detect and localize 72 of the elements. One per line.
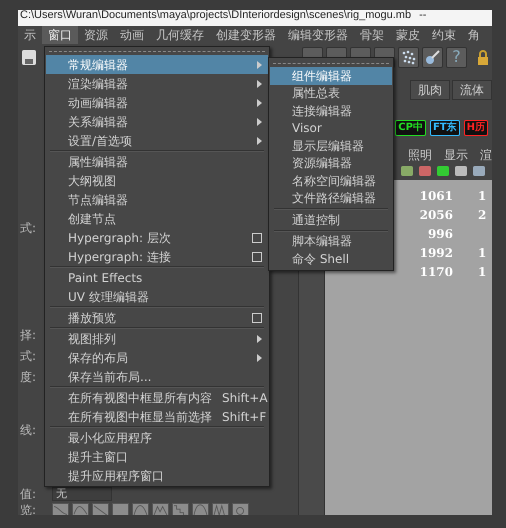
dropdown-field[interactable]: 无 bbox=[52, 487, 112, 501]
menu-item[interactable]: 播放预览 bbox=[46, 308, 268, 327]
window-title: C:\Users\Wuran\Documents\maya\projects\DInteriordesign\scenes\rig_mogu.mb bbox=[20, 10, 412, 23]
stat-value: 1 bbox=[478, 188, 488, 204]
menu-item[interactable]: 在所有视图中框显当前选择 Shift+F bbox=[46, 407, 268, 426]
menu-item[interactable]: 保存的布局 bbox=[46, 348, 268, 367]
shortcut-label: Shift+A bbox=[221, 390, 268, 406]
shortcut-label: Shift+F bbox=[221, 408, 266, 426]
field-label: 线: bbox=[20, 422, 36, 438]
menu-item[interactable]: 约束 bbox=[426, 26, 462, 44]
menu-item[interactable]: 最小化应用程序 bbox=[46, 428, 268, 447]
menu-item[interactable]: 资源编辑器 bbox=[270, 154, 392, 172]
menu-item[interactable]: 蒙皮 bbox=[390, 26, 426, 44]
menu-item[interactable]: 节点编辑器 bbox=[46, 190, 268, 209]
window-title-suffix: -- bbox=[419, 10, 426, 23]
field-label: 择: bbox=[20, 327, 36, 343]
menu-item[interactable]: UV 纹理编辑器 bbox=[46, 287, 268, 306]
menu-item[interactable]: 在所有视图中框显所有内容 Shift+A bbox=[46, 388, 268, 407]
menu-item[interactable]: 属性编辑器 bbox=[46, 152, 268, 171]
menu-item[interactable]: 文件路径编辑器 bbox=[270, 190, 392, 207]
menu-item[interactable]: 属性总表 bbox=[270, 84, 392, 102]
field-label: 值: bbox=[20, 486, 36, 502]
menu-item[interactable]: 名称空间编辑器 bbox=[270, 172, 392, 190]
menu-item[interactable]: 资源 bbox=[78, 26, 114, 44]
menu-item[interactable]: 通道控制 bbox=[270, 211, 392, 228]
menu-item[interactable]: Paint Effects bbox=[46, 268, 268, 287]
menu-item[interactable]: 连接编辑器 bbox=[270, 102, 392, 120]
shelf-tab[interactable]: 肌肉 bbox=[410, 80, 450, 100]
menu-item[interactable]: 保存当前布局... bbox=[46, 367, 268, 386]
menu-item[interactable]: 动画编辑器 bbox=[46, 93, 268, 112]
panel-menu-item[interactable]: 显示 bbox=[444, 146, 468, 164]
stat-value: 1 bbox=[478, 264, 488, 280]
menu-item[interactable]: 动画 bbox=[114, 26, 150, 44]
menu-item[interactable]: 常规编辑器 bbox=[46, 55, 268, 74]
menu-item[interactable]: 编辑变形器 bbox=[282, 26, 354, 44]
stat-value: 996 bbox=[426, 226, 453, 242]
shelf-button[interactable]: CP中 bbox=[395, 120, 426, 136]
menu-item[interactable]: 关系编辑器 bbox=[46, 112, 268, 131]
stat-value: 1 bbox=[478, 244, 488, 262]
menu-item[interactable]: Hypergraph: 层次 bbox=[46, 228, 268, 247]
menu-item[interactable]: 创建变形器 bbox=[210, 26, 282, 44]
stat-value: 2056 bbox=[418, 206, 453, 224]
menu-item[interactable]: 设置/首选项 bbox=[46, 131, 268, 150]
menu-item[interactable]: Visor bbox=[270, 120, 392, 137]
menu-item[interactable]: 骨架 bbox=[354, 26, 390, 44]
menu-item[interactable]: 显示层编辑器 bbox=[270, 137, 392, 154]
panel-menu-item[interactable]: 渲 bbox=[480, 146, 492, 164]
menu-item[interactable]: 几何缓存 bbox=[150, 26, 210, 44]
menu-item[interactable]: 组件编辑器 bbox=[270, 67, 392, 84]
menu-item[interactable]: 命令 Shell bbox=[270, 250, 392, 268]
field-label: 式: bbox=[20, 220, 36, 236]
menu-item[interactable]: 脚本编辑器 bbox=[270, 232, 392, 250]
menu-item[interactable]: 示 bbox=[18, 26, 42, 44]
field-label: 式: bbox=[20, 348, 36, 364]
menu-item[interactable]: Hypergraph: 连接 bbox=[46, 247, 268, 266]
stat-value: 1992 bbox=[418, 244, 453, 262]
menu-item[interactable]: 视图排列 bbox=[46, 329, 268, 348]
menu-item[interactable]: 渲染编辑器 bbox=[46, 74, 268, 93]
shelf-button[interactable]: FT东 bbox=[430, 120, 460, 136]
stat-value: 1170 bbox=[418, 264, 453, 280]
field-label: 度: bbox=[20, 369, 36, 385]
shelf-button[interactable]: H历 bbox=[464, 120, 488, 136]
menu-item[interactable]: 大纲视图 bbox=[46, 171, 268, 190]
stat-value: 2 bbox=[478, 206, 488, 224]
menu-item[interactable]: 窗口 bbox=[42, 26, 78, 44]
stat-value: 1061 bbox=[418, 188, 453, 204]
panel-menu-item[interactable]: 照明 bbox=[408, 146, 432, 164]
menu-item[interactable]: 角 bbox=[462, 26, 486, 44]
menu-item[interactable]: 提升主窗口 bbox=[46, 447, 268, 466]
shelf-tab[interactable]: 流体 bbox=[452, 80, 492, 100]
menu-item[interactable]: 提升应用程序窗口 bbox=[46, 466, 268, 485]
menu-item[interactable]: 创建节点 bbox=[46, 209, 268, 228]
